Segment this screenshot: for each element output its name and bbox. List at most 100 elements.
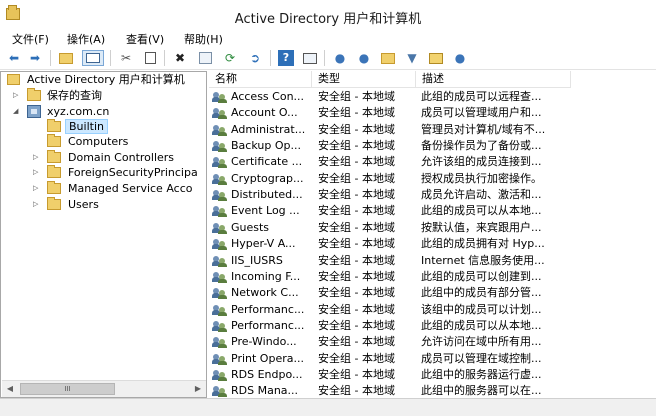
table-row[interactable]: Print Opera... 安全组 - 本地域 成员可以管理在域控制... [209,351,656,367]
cell-description: 成员可以管理域用户和... [421,106,542,120]
refresh-icon[interactable]: ⟳ [222,50,238,66]
menu-action[interactable]: 操作(A) [67,31,105,47]
menu-file[interactable]: 文件(F) [12,31,49,47]
security-group-icon [212,156,228,169]
cell-description: 允许访问在域中所有用... [421,335,542,349]
table-row[interactable]: Pre-Windo... 安全组 - 本地域 允许访问在域中所有用... [209,334,656,350]
scroll-left-icon[interactable]: ◀ [2,381,18,397]
filter-icon[interactable]: ▼ [404,50,420,66]
table-row[interactable]: Administrat... 安全组 - 本地域 管理员对计算机/域有不... [209,122,656,138]
scroll-right-icon[interactable]: ▶ [190,381,206,397]
tree-item-computers[interactable]: Computers [45,134,205,149]
cell-description: 该组中的成员可以计划... [421,302,542,316]
security-group-icon [212,336,228,349]
table-row[interactable]: Event Log ... 安全组 - 本地域 此组的成员可以从本地... [209,203,656,219]
tree-item-users[interactable]: ▷ Users [31,197,206,212]
scrollbar-thumb[interactable]: III [20,383,115,395]
add-to-group-icon[interactable] [428,50,444,66]
export-list-icon[interactable]: ➲ [247,50,263,66]
expand-arrow-icon[interactable]: ▷ [33,197,41,212]
toolbar-separator [110,50,111,66]
expand-arrow-icon[interactable]: ▷ [33,181,41,196]
security-group-icon [212,124,228,136]
tree-item-managed-service-accounts[interactable]: ▷ Managed Service Acco [31,181,206,196]
cell-type: 安全组 - 本地域 [318,155,395,169]
column-header-type[interactable]: 类型 [312,71,416,88]
tree-label: Computers [68,135,129,148]
table-row[interactable]: Distributed... 安全组 - 本地域 成员允许启动、激活和... [209,187,656,203]
cell-type: 安全组 - 本地域 [318,106,395,120]
cell-description: 允许该组的成员连接到... [421,155,542,169]
cell-description: 管理员对计算机/域有不... [421,122,546,136]
cell-type: 安全组 - 本地域 [318,220,395,234]
console-icon[interactable] [302,50,318,66]
delegate-icon[interactable]: ● [452,50,468,66]
expand-arrow-icon[interactable]: ▷ [33,165,41,180]
tree-item-foreign-security-principals[interactable]: ▷ ForeignSecurityPrincipa [31,165,206,180]
table-row[interactable]: Incoming F... 安全组 - 本地域 此组的成员可以创建到... [209,269,656,285]
delete-icon[interactable]: ✖ [172,50,188,66]
table-row[interactable]: Cryptograp... 安全组 - 本地域 授权成员执行加密操作。 [209,171,656,187]
cell-description: Internet 信息服务使用... [421,253,545,267]
column-header-name[interactable]: 名称 [209,71,312,88]
security-group-icon [212,107,228,120]
expand-arrow-icon[interactable]: ▷ [13,88,21,103]
folder-icon [47,119,61,132]
tree-item-domain-controllers[interactable]: ▷ Domain Controllers [31,150,206,165]
new-group-icon[interactable]: ● [356,50,372,66]
table-row[interactable]: Certificate ... 安全组 - 本地域 允许该组的成员连接到... [209,154,656,170]
security-group-icon [212,255,228,267]
new-ou-icon[interactable] [380,50,396,66]
security-group-icon [212,287,228,300]
new-user-icon[interactable]: ● [332,50,348,66]
security-group-icon [212,385,228,398]
table-row[interactable]: Performanc... 安全组 - 本地域 此组的成员可以从本地... [209,318,656,334]
status-bar [0,398,656,416]
domain-icon [27,105,41,118]
table-row[interactable]: Hyper-V A... 安全组 - 本地域 此组的成员拥有对 Hyp... [209,236,656,252]
properties-icon[interactable] [197,50,213,66]
table-row[interactable]: RDS Endpo... 安全组 - 本地域 此组中的服务器运行虚... [209,367,656,383]
help-icon[interactable]: ? [278,50,294,66]
menu-view[interactable]: 查看(V) [126,31,164,47]
cell-description: 此组的成员可以从本地... [421,318,542,332]
collapse-arrow-icon[interactable]: ◢ [13,104,21,119]
table-row[interactable]: Account O... 安全组 - 本地域 成员可以管理域用户和... [209,105,656,121]
cell-name: Cryptograp... [231,171,304,185]
tree-item-saved-queries[interactable]: ▷ 保存的查询 [5,88,205,103]
security-group-icon [212,173,228,185]
expand-arrow-icon[interactable]: ▷ [33,150,41,165]
cell-type: 安全组 - 本地域 [318,237,395,251]
security-group-icon [212,140,228,153]
table-row[interactable]: Access Con... 安全组 - 本地域 此组的成员可以远程查... [209,89,656,105]
table-row[interactable]: IIS_IUSRS 安全组 - 本地域 Internet 信息服务使用... [209,253,656,269]
show-console-tree-icon[interactable] [82,50,104,66]
menu-help[interactable]: 帮助(H) [184,31,223,47]
copy-icon[interactable] [142,50,158,66]
tree-item-domain[interactable]: ◢ xyz.com.cn [5,104,205,119]
security-group-icon [212,91,228,103]
forward-arrow-icon[interactable]: ➡ [27,50,43,66]
security-group-icon [212,369,228,381]
tree-label: ForeignSecurityPrincipa [68,166,198,179]
cell-name: Administrat... [231,122,306,136]
table-row[interactable]: RDS Mana... 安全组 - 本地域 此组中的服务器可以在... [209,383,656,398]
table-row[interactable]: Performanc... 安全组 - 本地域 该组中的成员可以计划... [209,302,656,318]
cell-type: 安全组 - 本地域 [318,302,395,316]
column-header-description[interactable]: 描述 [416,71,571,88]
cell-name: Pre-Windo... [231,335,297,349]
folder-icon [47,181,61,194]
up-folder-icon[interactable] [58,50,74,66]
table-row[interactable]: Network C... 安全组 - 本地域 此组中的成员有部分管... [209,285,656,301]
tree-root-label: Active Directory 用户和计算机 [27,73,185,86]
tree-item-root[interactable]: Active Directory 用户和计算机 [5,72,205,87]
back-arrow-icon[interactable]: ⬅ [6,50,22,66]
table-row[interactable]: Backup Op... 安全组 - 本地域 备份操作员为了备份或... [209,138,656,154]
horizontal-scrollbar[interactable]: ◀ III ▶ [2,380,206,397]
cell-name: Performanc... [231,318,305,332]
tree-item-builtin[interactable]: Builtin [45,119,111,134]
table-row[interactable]: Guests 安全组 - 本地域 按默认值，来宾跟用户... [209,220,656,236]
cell-description: 按默认值，来宾跟用户... [421,220,542,234]
cut-icon[interactable]: ✂ [118,50,134,66]
tree-label: 保存的查询 [47,89,102,102]
